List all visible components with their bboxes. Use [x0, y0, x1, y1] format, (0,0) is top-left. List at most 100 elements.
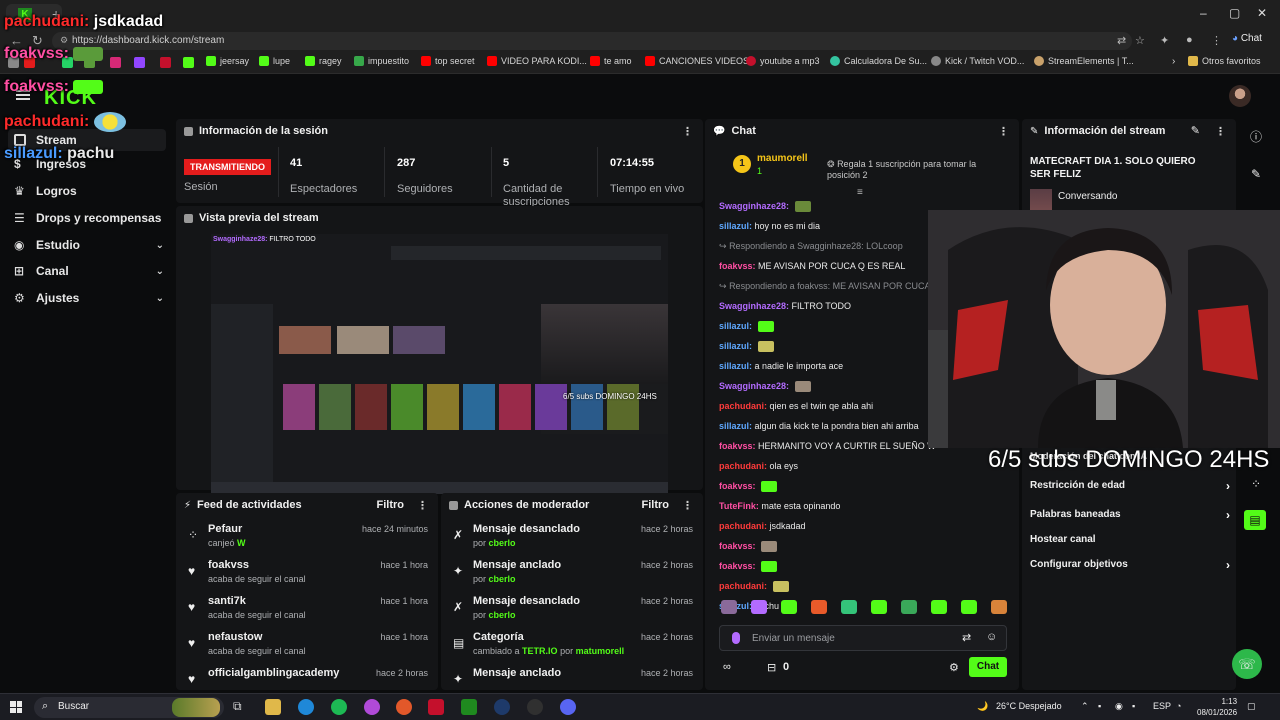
chat-message[interactable]: foakvss:	[719, 481, 778, 493]
app-icon[interactable]	[428, 699, 444, 715]
bookmark-item[interactable]: Calculadora De Su...	[830, 56, 927, 66]
filter-button[interactable]: Filtro	[642, 499, 670, 511]
info-icon[interactable]: ⓘ	[1250, 131, 1262, 143]
gift-icon[interactable]: ⊟	[767, 661, 776, 674]
other-bookmarks[interactable]: Otros favoritos	[1188, 56, 1261, 66]
chat-message[interactable]: sillazul: hoy no es mi dia	[719, 221, 820, 231]
sidebar-item-drops[interactable]: ☰ Drops y recompensas	[14, 211, 164, 225]
chat-username[interactable]: pachudani:	[719, 401, 767, 411]
filter-button[interactable]: Filtro	[377, 499, 405, 511]
sidebar-item-ajustes[interactable]: ⚙ Ajustes ⌄	[14, 291, 164, 305]
bookmark-item[interactable]: top secret	[421, 56, 475, 66]
chat-message[interactable]: sillazul:	[719, 341, 774, 353]
chat-username[interactable]: foakvss:	[719, 561, 756, 571]
activity-user[interactable]: Pefaur	[208, 523, 242, 535]
mod-action-item[interactable]: ▤ Categoría cambiado a TETR.IO por matumor…	[441, 631, 703, 667]
chat-username[interactable]: foakvss:	[719, 541, 756, 551]
task-view-icon[interactable]: ⧉	[233, 699, 249, 715]
stream-preview-video[interactable]: Swagginhaze28: FILTRO TODO 6/5 subs DOMI…	[211, 234, 668, 494]
tray-app-icon[interactable]: ▪	[1098, 701, 1101, 711]
menu-dots-icon[interactable]: ⋮	[1211, 34, 1222, 47]
chat-message[interactable]: TuteFink: mate esta opinando	[719, 501, 840, 511]
activity-item[interactable]: ⁘ Pefaur canjeó Whace 24 minutos	[176, 523, 438, 559]
bookmark-item[interactable]: te amo	[590, 56, 632, 66]
chat-message[interactable]: pachudani: ola eys	[719, 461, 798, 471]
more-options-icon[interactable]: ⋮	[682, 499, 693, 512]
translate-icon[interactable]: ⇄	[962, 631, 971, 644]
tray-app-icon[interactable]: ▪	[1132, 701, 1135, 711]
points-icon[interactable]: ∞	[723, 661, 731, 673]
browser-chat-button[interactable]: ◕ Chat	[1232, 33, 1262, 44]
chat-username[interactable]: pachudani:	[719, 581, 767, 591]
steam-icon[interactable]	[494, 699, 510, 715]
kick-app-icon[interactable]	[461, 699, 477, 715]
host-channel-link[interactable]: Hostear canal	[1030, 534, 1230, 545]
emote-icon[interactable]	[991, 600, 1007, 614]
chat-username[interactable]: sillazul:	[719, 421, 752, 431]
emote-icon[interactable]	[751, 600, 767, 614]
activity-item[interactable]: ♥ nefaustow acaba de seguir el canal hace …	[176, 631, 438, 667]
url-input[interactable]: https://dashboard.kick.com/stream	[52, 32, 1132, 50]
chat-message[interactable]: foakvss: ME AVISAN POR CUCA Q ES REAL	[719, 261, 905, 271]
translate-icon[interactable]: ⇄	[1117, 34, 1126, 47]
bookmark-item[interactable]: ragey	[305, 56, 342, 66]
chat-username[interactable]: foakvss:	[719, 481, 756, 491]
bookmark-item[interactable]: StreamElements | T...	[1034, 56, 1134, 66]
emote-icon[interactable]	[871, 600, 887, 614]
bookmark-item[interactable]: lupe	[259, 56, 290, 66]
chat-settings-icon[interactable]: ⚙	[949, 661, 959, 674]
emote-icon[interactable]	[721, 600, 737, 614]
instagram-icon[interactable]	[110, 57, 121, 68]
chat-username[interactable]: Swagginhaze28:	[719, 201, 789, 211]
taskbar-search[interactable]: ⌕ Buscar	[34, 697, 224, 718]
activity-user[interactable]: santi7k	[208, 595, 246, 607]
chat-message[interactable]: sillazul: a nadie le importa ace	[719, 361, 843, 371]
chat-input[interactable]: Enviar un mensaje ⇄ ☺	[719, 625, 1007, 651]
notifications-icon[interactable]: ▢	[1247, 701, 1256, 712]
sidebar-item-logros[interactable]: ♛ Logros	[14, 184, 164, 198]
canva-icon[interactable]	[364, 699, 380, 715]
minimize-icon[interactable]: –	[1200, 6, 1207, 20]
chat-message[interactable]: foakvss:	[719, 541, 778, 553]
collapse-icon[interactable]: ≡	[857, 187, 863, 198]
bookmark-item[interactable]: impuestito	[354, 56, 409, 66]
avatar[interactable]	[1229, 85, 1251, 107]
more-options-icon[interactable]: ⋮	[998, 125, 1009, 138]
spotify-icon[interactable]	[331, 699, 347, 715]
mod-action-item[interactable]: ✗ Mensaje desanclado por cberlo hace 2 hor…	[441, 595, 703, 631]
discord-icon[interactable]	[560, 699, 576, 715]
obs-icon[interactable]	[527, 699, 543, 715]
configure-goals-link[interactable]: Configurar objetivos ›	[1030, 558, 1230, 572]
chat-send-button[interactable]: Chat	[969, 657, 1007, 677]
network-icon[interactable]: ◔	[1176, 701, 1181, 711]
bookmark-item[interactable]: jeersay	[206, 56, 249, 66]
emoji-icon[interactable]: ☺	[986, 631, 997, 643]
chat-message[interactable]: Swagginhaze28:	[719, 201, 811, 213]
chat-username[interactable]: TuteFink:	[719, 501, 759, 511]
chat-message[interactable]: ↪ Respondiendo a foakvss: ME AVISAN POR …	[719, 281, 950, 292]
edit-icon[interactable]: ✎	[1191, 124, 1200, 137]
banned-words-link[interactable]: Palabras baneadas ›	[1030, 508, 1230, 522]
bookmarks-overflow-icon[interactable]: ›	[1172, 56, 1175, 67]
mod-action-item[interactable]: ✦ Mensaje anclado por cberlo hace 2 horas	[441, 559, 703, 595]
bookmark-favicon-icon[interactable]	[160, 57, 171, 68]
points-icon[interactable]: ⁘	[1250, 478, 1262, 490]
chat-username[interactable]: sillazul:	[719, 221, 752, 231]
chat-message[interactable]: sillazul: algun dia kick te la pondra bi…	[719, 421, 919, 431]
mod-action-item[interactable]: ✗ Mensaje desanclado por cberlo hace 2 hor…	[441, 523, 703, 559]
twitch-icon[interactable]	[134, 57, 145, 68]
pinned-gift-banner[interactable]: 1 maumorell 1 ❂ Regala 1 suscripción par…	[715, 149, 1001, 183]
chat-username[interactable]: sillazul:	[719, 341, 752, 351]
taskbar-clock[interactable]: 1:13 08/01/2026	[1197, 696, 1237, 718]
tray-chevron-icon[interactable]: ⌃	[1081, 701, 1089, 712]
activity-user[interactable]: officialgamblingacademy	[208, 667, 339, 679]
chat-message[interactable]: ↪ Respondiendo a Swagginhaze28: LOLcoop	[719, 241, 903, 252]
chat-message[interactable]: pachudani: jsdkadad	[719, 521, 806, 531]
maximize-icon[interactable]: ▢	[1229, 6, 1240, 20]
age-restriction-link[interactable]: Restricción de edad ›	[1030, 479, 1230, 493]
chat-username[interactable]: sillazul:	[719, 361, 752, 371]
extensions-icon[interactable]: ✦	[1160, 34, 1169, 47]
windows-start-icon[interactable]	[10, 701, 22, 713]
emote-icon[interactable]	[841, 600, 857, 614]
chat-username[interactable]: Swagginhaze28:	[719, 301, 789, 311]
